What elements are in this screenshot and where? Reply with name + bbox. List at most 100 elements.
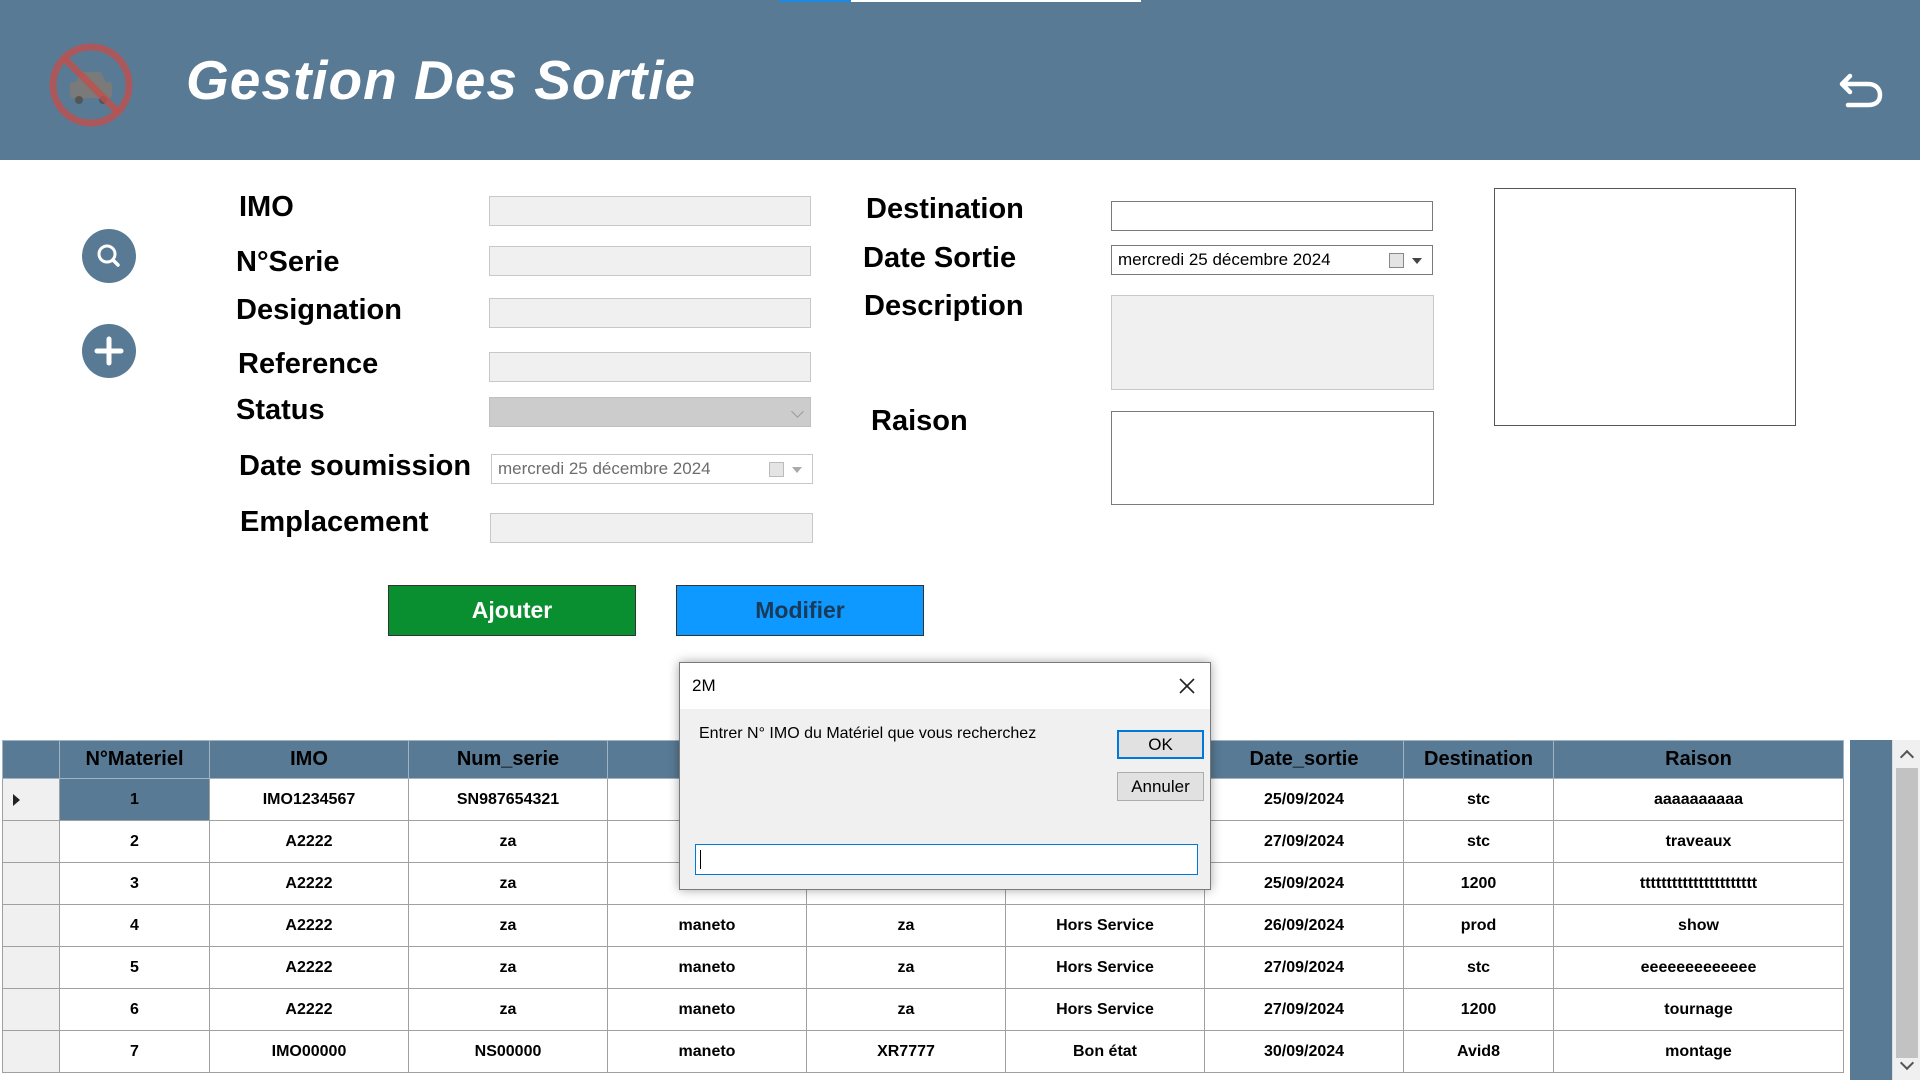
status-select[interactable]: [489, 397, 811, 427]
table-cell[interactable]: IMO00000: [209, 1030, 409, 1073]
imo-field[interactable]: [489, 196, 811, 226]
table-cell[interactable]: A2222: [209, 862, 409, 905]
table-cell[interactable]: 26/09/2024: [1204, 904, 1404, 947]
reference-field[interactable]: [489, 352, 811, 382]
table-cell[interactable]: 1200: [1403, 988, 1554, 1031]
cancel-button[interactable]: Annuler: [1117, 772, 1204, 801]
date-soumission-picker[interactable]: mercredi 25 décembre 2024: [491, 454, 813, 484]
table-cell[interactable]: A2222: [209, 946, 409, 989]
imo-search-input[interactable]: [695, 844, 1198, 875]
table-cell[interactable]: za: [806, 946, 1006, 989]
column-header[interactable]: Destination: [1403, 740, 1554, 779]
table-cell[interactable]: 2: [59, 820, 210, 863]
add-button[interactable]: [82, 324, 136, 378]
table-cell[interactable]: Hors Service: [1005, 988, 1205, 1031]
column-header[interactable]: N°Materiel: [59, 740, 210, 779]
table-cell[interactable]: maneto: [607, 904, 807, 947]
destination-field[interactable]: [1111, 201, 1433, 231]
row-header[interactable]: [2, 904, 60, 947]
add-submit-button[interactable]: Ajouter: [388, 585, 636, 636]
table-row[interactable]: 5 A2222 za maneto za Hors Service 27/09/2024 st…: [2, 946, 1844, 989]
table-cell[interactable]: NS00000: [408, 1030, 608, 1073]
description-field[interactable]: [1111, 295, 1434, 390]
column-header[interactable]: Date_sortie: [1204, 740, 1404, 779]
table-cell[interactable]: traveaux: [1553, 820, 1844, 863]
table-cell[interactable]: tttttttttttttttttttttt: [1553, 862, 1844, 905]
table-cell[interactable]: za: [806, 988, 1006, 1031]
row-header[interactable]: [2, 1030, 60, 1073]
table-cell[interactable]: A2222: [209, 904, 409, 947]
serie-field[interactable]: [489, 246, 811, 276]
app-window: Gestion Des Sortie IMO N°Serie Designati…: [0, 0, 1920, 1080]
table-cell[interactable]: za: [806, 904, 1006, 947]
table-cell[interactable]: aaaaaaaaaa: [1553, 778, 1844, 821]
table-cell[interactable]: eeeeeeeeeeeee: [1553, 946, 1844, 989]
table-cell[interactable]: 27/09/2024: [1204, 820, 1404, 863]
table-cell[interactable]: show: [1553, 904, 1844, 947]
emplacement-field[interactable]: [490, 513, 813, 543]
date-sortie-picker[interactable]: mercredi 25 décembre 2024: [1111, 245, 1433, 275]
table-cell[interactable]: 25/09/2024: [1204, 778, 1404, 821]
column-header[interactable]: Raison: [1553, 740, 1844, 779]
row-header[interactable]: [2, 820, 60, 863]
table-cell[interactable]: A2222: [209, 820, 409, 863]
table-cell[interactable]: 27/09/2024: [1204, 946, 1404, 989]
row-header[interactable]: [2, 778, 60, 821]
reference-label: Reference: [238, 348, 379, 380]
table-cell[interactable]: stc: [1403, 778, 1554, 821]
table-cell[interactable]: IMO1234567: [209, 778, 409, 821]
table-cell[interactable]: 25/09/2024: [1204, 862, 1404, 905]
table-cell[interactable]: 1200: [1403, 862, 1554, 905]
table-cell[interactable]: za: [408, 988, 608, 1031]
table-cell[interactable]: Bon état: [1005, 1030, 1205, 1073]
designation-field[interactable]: [489, 298, 811, 328]
vertical-scrollbar[interactable]: [1892, 740, 1920, 1080]
column-header[interactable]: IMO: [209, 740, 409, 779]
table-cell[interactable]: maneto: [607, 988, 807, 1031]
table-cell[interactable]: 5: [59, 946, 210, 989]
column-header[interactable]: Num_serie: [408, 740, 608, 779]
undo-arrow-icon[interactable]: [1836, 62, 1886, 112]
table-row[interactable]: 6 A2222 za maneto za Hors Service 27/09/2024 12…: [2, 988, 1844, 1031]
table-cell[interactable]: maneto: [607, 946, 807, 989]
table-cell[interactable]: 4: [59, 904, 210, 947]
table-cell[interactable]: Hors Service: [1005, 946, 1205, 989]
image-preview-box: [1494, 188, 1796, 426]
table-cell[interactable]: za: [408, 904, 608, 947]
table-cell[interactable]: 1: [59, 778, 210, 821]
table-cell[interactable]: za: [408, 946, 608, 989]
table-cell[interactable]: Avid8: [1403, 1030, 1554, 1073]
table-cell[interactable]: stc: [1403, 946, 1554, 989]
raison-field[interactable]: [1111, 411, 1434, 505]
ok-button[interactable]: OK: [1117, 730, 1204, 759]
scroll-up-icon[interactable]: [1899, 749, 1915, 765]
row-header[interactable]: [2, 946, 60, 989]
scroll-down-icon[interactable]: [1899, 1055, 1915, 1071]
table-cell[interactable]: 3: [59, 862, 210, 905]
scroll-thumb[interactable]: [1896, 768, 1918, 1058]
table-cell[interactable]: maneto: [607, 1030, 807, 1073]
table-cell[interactable]: za: [408, 862, 608, 905]
table-cell[interactable]: 27/09/2024: [1204, 988, 1404, 1031]
table-cell[interactable]: za: [408, 820, 608, 863]
table-row[interactable]: 7 IMO00000 NS00000 maneto XR7777 Bon état 30/0…: [2, 1030, 1844, 1073]
search-button[interactable]: [82, 229, 136, 283]
modify-button[interactable]: Modifier: [676, 585, 924, 636]
table-cell[interactable]: A2222: [209, 988, 409, 1031]
close-icon[interactable]: [1174, 673, 1200, 699]
table-cell[interactable]: XR7777: [806, 1030, 1006, 1073]
table-cell[interactable]: tournage: [1553, 988, 1844, 1031]
table-cell[interactable]: 30/09/2024: [1204, 1030, 1404, 1073]
table-cell[interactable]: stc: [1403, 820, 1554, 863]
table-cell[interactable]: prod: [1403, 904, 1554, 947]
table-row[interactable]: 4 A2222 za maneto za Hors Service 26/09/2024 pr…: [2, 904, 1844, 947]
date-sortie-value: mercredi 25 décembre 2024: [1118, 250, 1331, 269]
table-cell[interactable]: montage: [1553, 1030, 1844, 1073]
row-header[interactable]: [2, 862, 60, 905]
row-header[interactable]: [2, 988, 60, 1031]
table-cell[interactable]: Hors Service: [1005, 904, 1205, 947]
table-cell[interactable]: 7: [59, 1030, 210, 1073]
dropdown-arrow-icon: [1412, 258, 1422, 264]
table-cell[interactable]: SN987654321: [408, 778, 608, 821]
table-cell[interactable]: 6: [59, 988, 210, 1031]
